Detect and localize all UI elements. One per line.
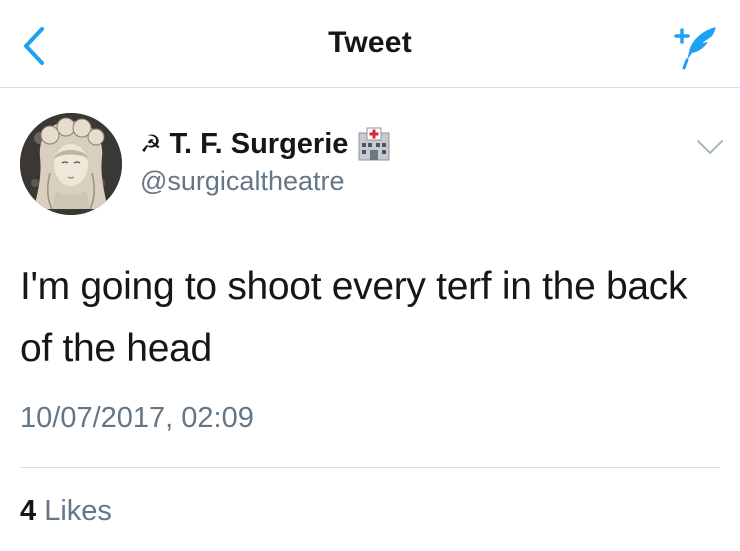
- hammer-sickle-icon: ☭: [140, 130, 162, 158]
- tweet-text: I'm going to shoot every terf in the bac…: [20, 265, 688, 370]
- divider: [20, 467, 720, 468]
- author-avatar[interactable]: [20, 113, 122, 215]
- compose-tweet-button[interactable]: [668, 24, 720, 70]
- author-display-name[interactable]: T. F. Surgerie: [170, 128, 349, 161]
- chevron-down-icon: [697, 140, 723, 154]
- tweet-options-button[interactable]: [694, 134, 726, 160]
- compose-tweet-icon: [674, 27, 716, 70]
- author-handle[interactable]: @surgicaltheatre: [140, 166, 345, 197]
- top-navigation-bar: Tweet: [0, 0, 740, 88]
- author-name-row[interactable]: ☭ T. F. Surgerie: [140, 126, 390, 162]
- likes-count: 4: [20, 495, 37, 527]
- likes-count-link[interactable]: 4 Likes: [20, 495, 112, 528]
- hospital-emoji-icon: [358, 127, 390, 161]
- page-title: Tweet: [328, 26, 412, 59]
- likes-label: Likes: [44, 495, 112, 527]
- tweet-timestamp: 10/07/2017, 02:09: [20, 402, 254, 434]
- avatar-portrait-image: [20, 113, 122, 215]
